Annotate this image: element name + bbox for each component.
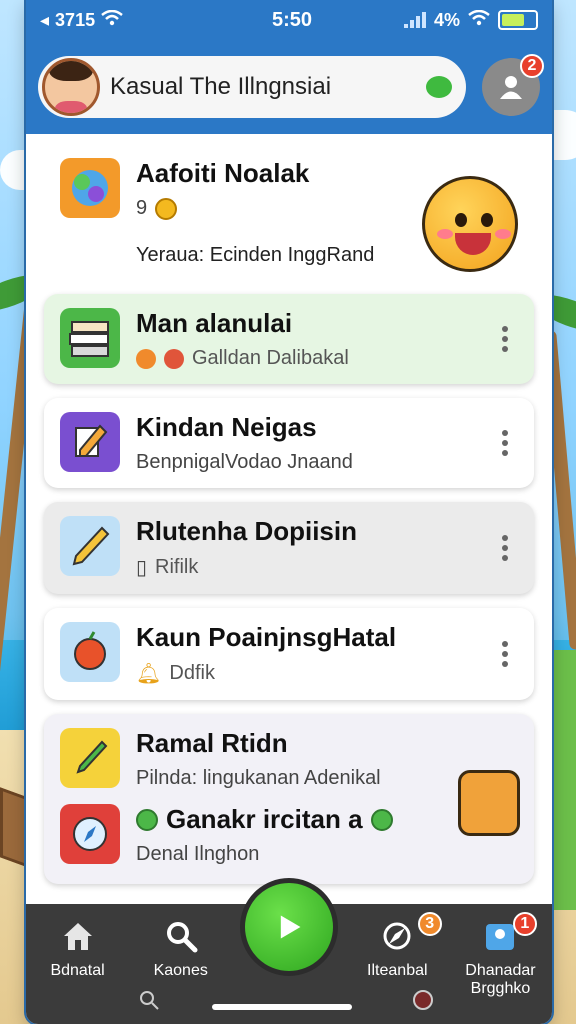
item-subtitle: Rifilk: [155, 556, 199, 578]
nav-alerts-label: Ilteanbal: [367, 962, 428, 979]
wifi-icon: [101, 9, 123, 31]
status-dot-icon: [426, 76, 452, 98]
item-title: Kindan Neigas: [136, 412, 317, 442]
apple-icon: [370, 808, 393, 831]
system-record-icon[interactable]: [412, 989, 434, 1016]
alerts-badge: 3: [417, 912, 442, 936]
nav-profile-label: Dhanadar Brgghko: [465, 962, 536, 997]
home-indicator[interactable]: [212, 1004, 352, 1010]
group-subtitle: Pilnda: lingukanan Adenikal: [136, 767, 381, 789]
coin-icon: [155, 197, 178, 220]
puzzle-icon: [60, 158, 120, 218]
sticker-icon: [458, 770, 520, 836]
compass-icon: [60, 804, 120, 864]
more-icon[interactable]: [502, 535, 510, 561]
item-title: Rlutenha Dopiisin: [136, 516, 357, 546]
home-icon: [63, 923, 92, 950]
featured-card[interactable]: Aafoiti Noalak 9 Yeraua: Ecinden InggRan…: [44, 152, 534, 280]
item-title: Man alanulai: [136, 308, 293, 338]
more-icon[interactable]: [502, 326, 510, 352]
fruit-icon: [60, 622, 120, 682]
marker-icon: [60, 728, 120, 788]
item-subtitle: Ddfik: [169, 662, 215, 684]
list-item[interactable]: Rlutenha Dopiisin ▯ Rifilk: [44, 502, 534, 594]
nav-arrow-icon: ◂: [40, 9, 50, 30]
list-item[interactable]: Man alanulai Galldan Dalibakal: [44, 294, 534, 384]
featured-meta-text: 9: [136, 197, 148, 219]
nav-profile[interactable]: 1 Dhanadar Brgghko: [449, 912, 552, 1024]
compass-icon: [383, 922, 411, 950]
play-button[interactable]: [240, 878, 338, 976]
nav-search-label: Kaones: [153, 962, 208, 979]
item-subtitle: BenpnigalVodao Jnaand: [136, 451, 353, 473]
item-subtitle: Galldan Dalibakal: [192, 347, 349, 369]
mascot-icon: [422, 176, 518, 272]
play-icon: [280, 915, 301, 939]
list-item[interactable]: Kaun PoainjnsgHatal 🔔︎ Ddfik: [44, 608, 534, 700]
bell-icon: 🔔︎: [136, 663, 162, 685]
system-search-icon[interactable]: [138, 989, 160, 1016]
sun-icon: [136, 348, 156, 369]
group-title: Ramal Rtidn: [136, 728, 288, 758]
nav-home-label: Bdnatal: [50, 962, 105, 979]
document-icon: ▯: [136, 557, 148, 579]
avatar[interactable]: [42, 58, 100, 116]
list-item[interactable]: Kindan Neigas BenpnigalVodao Jnaand: [44, 398, 534, 488]
profile-badge: 2: [520, 54, 544, 78]
profile-nav-badge: 1: [512, 912, 537, 936]
bug-icon: [164, 348, 184, 369]
search-bar[interactable]: Kasual The Illngnsiai: [38, 56, 466, 118]
battery-percent: 4%: [433, 9, 460, 30]
status-left-text: 3715: [55, 9, 96, 30]
more-icon[interactable]: [502, 641, 510, 667]
item-title: Kaun PoainjnsgHatal: [136, 622, 397, 652]
content-list: Aafoiti Noalak 9 Yeraua: Ecinden InggRan…: [26, 134, 552, 884]
top-bar: ◂ 3715 5:50 4% Kasual The Illngnsiai 2: [26, 0, 552, 134]
user-icon: [500, 76, 522, 99]
search-text[interactable]: Kasual The Illngnsiai: [110, 73, 416, 101]
grouped-card[interactable]: Ramal Rtidn Pilnda: lingukanan Adenikal …: [44, 714, 534, 884]
status-time: 5:50: [271, 8, 312, 31]
check-icon: [136, 808, 158, 831]
battery-icon: [498, 10, 538, 30]
group-subtitle-2: Denal Ilnghon: [136, 843, 260, 865]
phone-screen: ◂ 3715 5:50 4% Kasual The Illngnsiai 2 A…: [26, 0, 552, 1024]
status-bar: ◂ 3715 5:50 4%: [26, 0, 552, 40]
profile-button[interactable]: 2: [482, 54, 544, 116]
signal-icon: [403, 12, 426, 28]
pencil-icon: [60, 412, 120, 472]
search-icon: [166, 922, 198, 953]
more-icon[interactable]: [502, 430, 510, 456]
bottom-nav: Bdnatal Kaones 3 Ilteanbal 1 Dhanadar Br…: [26, 878, 552, 1024]
edit-pencil-icon: [60, 516, 120, 576]
group-title-2: Ganakr ircitan a: [166, 804, 363, 834]
wifi-icon: [468, 9, 490, 31]
nav-home[interactable]: Bdnatal: [26, 918, 129, 1024]
books-icon: [60, 308, 120, 368]
